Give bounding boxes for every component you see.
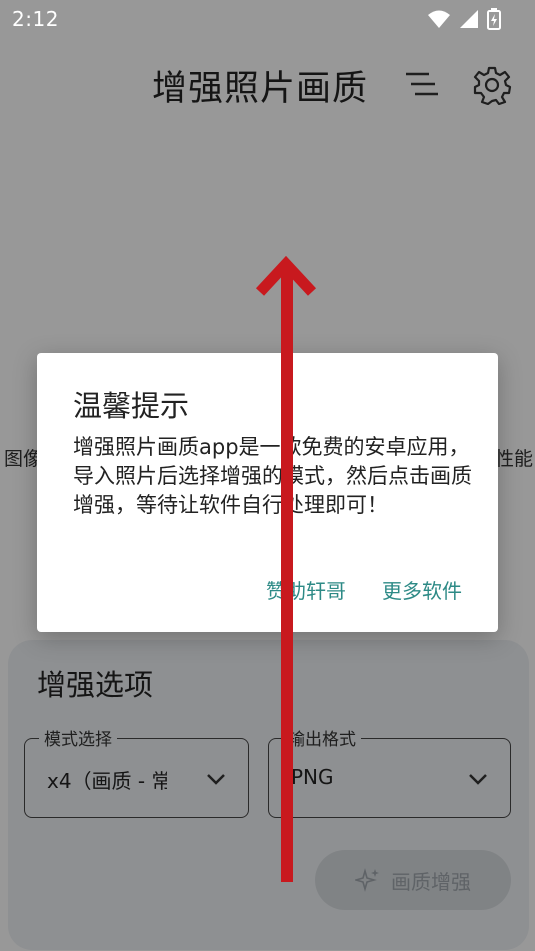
more-apps-button[interactable]: 更多软件: [382, 575, 462, 604]
wifi-icon: [428, 10, 450, 28]
status-icons: [427, 8, 501, 30]
battery-icon: [487, 8, 501, 30]
signal-icon: [460, 10, 478, 28]
dialog-message: 增强照片画质app是一款免费的安卓应用，导入照片后选择增强的模式，然后点击画质增…: [73, 435, 472, 517]
sponsor-button[interactable]: 赞助轩哥: [266, 575, 346, 604]
alert-dialog: 温馨提示 增强照片画质app是一款免费的安卓应用，导入照片后选择增强的模式，然后…: [37, 353, 498, 632]
status-time: 2:12: [12, 7, 59, 31]
dialog-title: 温馨提示: [73, 389, 190, 423]
dialog-actions: 赞助轩哥 更多软件: [266, 575, 462, 604]
status-bar: 2:12: [0, 0, 535, 36]
